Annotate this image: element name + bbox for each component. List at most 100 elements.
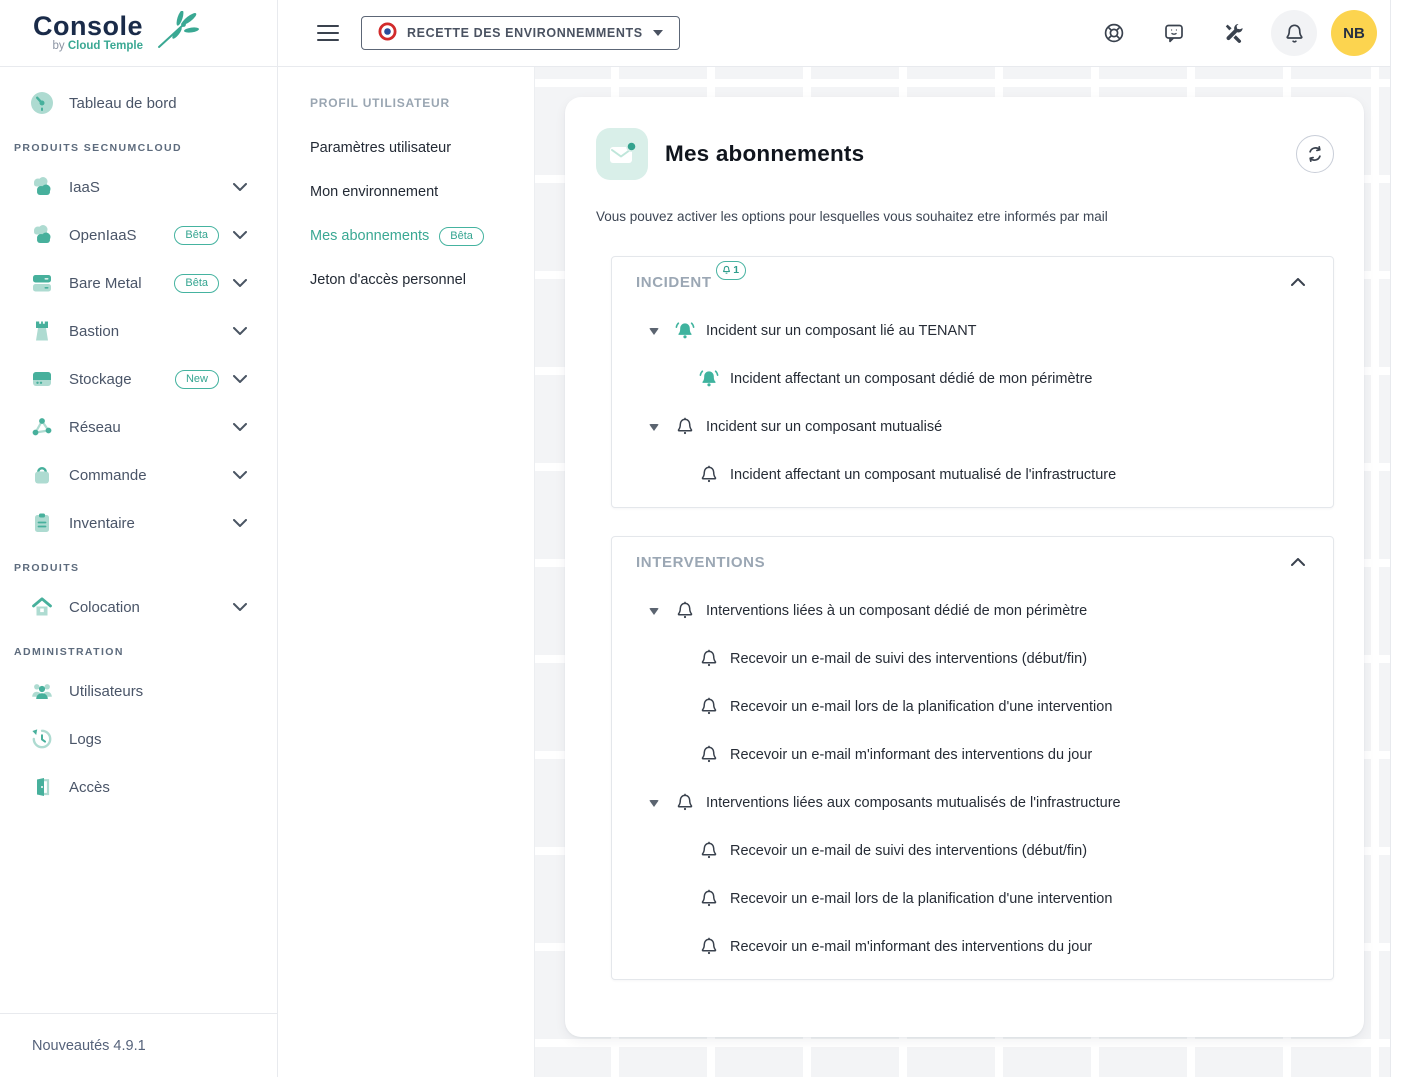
incident-count-badge: 1 <box>716 261 745 280</box>
topbar: Console by Cloud Temple RECETTE DES ENVI… <box>0 0 1391 67</box>
sidebar-item-commande[interactable]: Commande <box>0 454 277 496</box>
sidebar-item-utilisateurs[interactable]: Utilisateurs <box>0 670 277 712</box>
users-icon <box>29 678 55 704</box>
subscription-row: Recevoir un e-mail de suivi des interven… <box>612 827 1333 875</box>
chevron-up-icon[interactable] <box>1287 274 1309 290</box>
sidebar-item-bastion[interactable]: Bastion <box>0 310 277 352</box>
network-icon <box>29 414 55 440</box>
submenu-item-parametres[interactable]: Paramètres utilisateur <box>310 128 534 168</box>
refresh-button[interactable] <box>1296 135 1334 173</box>
sidebar-item-inventaire[interactable]: Inventaire <box>0 502 277 544</box>
sidebar-section-title: PRODUITS SECNUMCLOUD <box>14 142 277 154</box>
brand-subtitle: by Cloud Temple <box>52 41 143 53</box>
subscription-row: Recevoir un e-mail lors de la planificat… <box>612 875 1333 923</box>
main-content: Mes abonnements Vous pouvez activer les … <box>535 66 1391 1077</box>
history-clock-icon <box>29 726 55 752</box>
collapse-toggle-icon[interactable] <box>648 423 660 431</box>
subscription-row: Incident sur un composant mutualisé <box>612 403 1333 451</box>
chevron-down-icon <box>233 327 247 335</box>
storage-drive-icon <box>29 366 55 392</box>
chevron-down-icon <box>233 471 247 479</box>
chevron-down-icon <box>233 519 247 527</box>
group-title: INTERVENTIONS <box>636 554 765 571</box>
cloud-icon <box>29 174 55 200</box>
collapse-toggle-icon[interactable] <box>648 607 660 615</box>
beta-badge: Bêta <box>174 274 219 293</box>
bell-inactive-icon[interactable] <box>698 464 720 486</box>
logo[interactable]: Console by Cloud Temple <box>0 0 278 66</box>
chevron-down-icon <box>233 279 247 287</box>
chevron-down-icon <box>233 423 247 431</box>
tower-icon <box>29 318 55 344</box>
sidebar-footer: Nouveautés 4.9.1 <box>0 1013 278 1077</box>
main-sidebar: Tableau de bord PRODUITS SECNUMCLOUD Iaa… <box>0 66 278 1077</box>
sidebar-item-colocation[interactable]: Colocation <box>0 586 277 628</box>
subscription-row: Interventions liées aux composants mutua… <box>612 779 1333 827</box>
bell-active-icon[interactable] <box>698 368 720 390</box>
bell-inactive-icon[interactable] <box>698 840 720 862</box>
group-interventions: INTERVENTIONS Interventions liées à un c… <box>611 536 1334 980</box>
sidebar-item-stockage[interactable]: Stockage New <box>0 358 277 400</box>
bell-inactive-icon[interactable] <box>698 648 720 670</box>
server-icon <box>29 270 55 296</box>
chevron-down-icon <box>233 231 247 239</box>
scrollbar-track[interactable] <box>1390 0 1405 1077</box>
bell-active-icon[interactable] <box>674 320 696 342</box>
collapse-toggle-icon[interactable] <box>648 327 660 335</box>
bell-inactive-icon[interactable] <box>698 936 720 958</box>
subscription-row: Recevoir un e-mail m'informant des inter… <box>612 731 1333 779</box>
menu-hamburger-icon[interactable] <box>317 25 339 41</box>
brand-name: Console <box>33 13 143 40</box>
bell-inactive-icon[interactable] <box>674 792 696 814</box>
logo-text: Console by Cloud Temple <box>33 13 143 53</box>
group-title: INCIDENT 1 <box>636 274 712 291</box>
sidebar-item-bare-metal[interactable]: Bare Metal Bêta <box>0 262 277 304</box>
caret-down-icon <box>653 30 663 36</box>
notifications-bell-icon[interactable] <box>1271 10 1317 56</box>
subscription-row: Incident affectant un composant mutualis… <box>612 451 1333 499</box>
sidebar-item-reseau[interactable]: Réseau <box>0 406 277 448</box>
submenu-item-abonnements[interactable]: Mes abonnements Bêta <box>310 216 534 256</box>
feedback-chat-icon[interactable] <box>1151 10 1197 56</box>
bell-inactive-icon[interactable] <box>698 696 720 718</box>
chevron-down-icon <box>233 603 247 611</box>
clipboard-icon <box>29 510 55 536</box>
topbar-actions: NB <box>1091 10 1391 56</box>
subscription-row: Recevoir un e-mail de suivi des interven… <box>612 635 1333 683</box>
bell-inactive-icon[interactable] <box>674 416 696 438</box>
new-badge: New <box>175 370 219 389</box>
gauge-icon <box>29 90 55 116</box>
sidebar-item-acces[interactable]: Accès <box>0 766 277 808</box>
subscription-row: Recevoir un e-mail m'informant des inter… <box>612 923 1333 971</box>
release-notes-link[interactable]: Nouveautés 4.9.1 <box>32 1038 146 1054</box>
sidebar-item-logs[interactable]: Logs <box>0 718 277 760</box>
sidebar-item-label: Tableau de bord <box>69 95 177 112</box>
environment-selector[interactable]: RECETTE DES ENVIRONNEMMENTS <box>361 16 680 50</box>
submenu-item-environnement[interactable]: Mon environnement <box>310 172 534 212</box>
user-avatar[interactable]: NB <box>1331 10 1377 56</box>
submenu-item-jeton[interactable]: Jeton d'accès personnel <box>310 260 534 300</box>
collapse-toggle-icon[interactable] <box>648 799 660 807</box>
bell-inactive-icon[interactable] <box>674 600 696 622</box>
tools-icon[interactable] <box>1211 10 1257 56</box>
chevron-down-icon <box>233 183 247 191</box>
dragonfly-icon <box>153 11 199 56</box>
sidebar-section-title: ADMINISTRATION <box>14 646 277 658</box>
group-incident: INCIDENT 1 Incident sur un composant lié… <box>611 256 1334 508</box>
sidebar-section-title: PRODUITS <box>14 562 277 574</box>
subscription-row: Interventions liées à un composant dédié… <box>612 587 1333 635</box>
chevron-up-icon[interactable] <box>1287 554 1309 570</box>
sidebar-item-openiaas[interactable]: OpenIaaS Bêta <box>0 214 277 256</box>
subscription-row: Recevoir un e-mail lors de la planificat… <box>612 683 1333 731</box>
sidebar-item-iaas[interactable]: IaaS <box>0 166 277 208</box>
help-lifebuoy-icon[interactable] <box>1091 10 1137 56</box>
beta-badge: Bêta <box>174 226 219 245</box>
group-header: INCIDENT 1 <box>612 257 1333 307</box>
environment-name: RECETTE DES ENVIRONNEMMENTS <box>407 26 643 40</box>
card-header: Mes abonnements <box>596 126 1334 182</box>
bell-inactive-icon[interactable] <box>698 888 720 910</box>
bell-inactive-icon[interactable] <box>698 744 720 766</box>
chevron-down-icon <box>233 375 247 383</box>
subscriptions-card: Mes abonnements Vous pouvez activer les … <box>565 97 1364 1037</box>
sidebar-item-dashboard[interactable]: Tableau de bord <box>0 82 277 124</box>
